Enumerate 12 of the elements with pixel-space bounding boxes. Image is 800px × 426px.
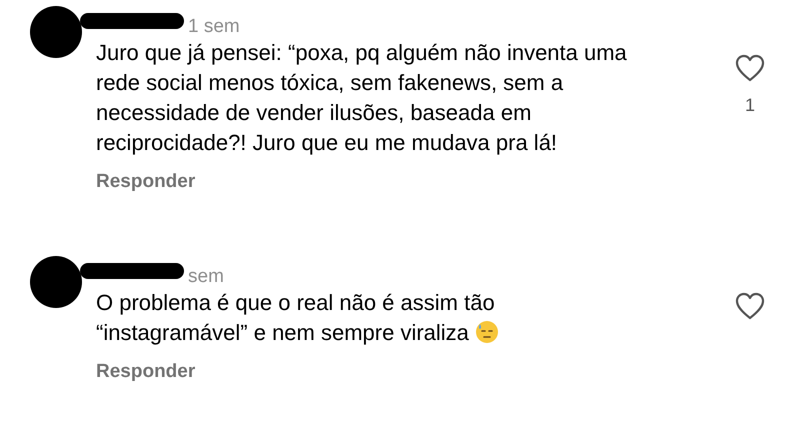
sweat-emoji-icon xyxy=(475,320,500,344)
heart-icon[interactable] xyxy=(735,54,765,82)
comment-text: Juro que já pensei: “poxa, pq alguém não inventa uma rede social menos tóxica, sem fakenews, sem a necessidade de vender ilusões, baseada em reciprocidade?! Juro que eu me mudava pra lá! xyxy=(96,39,628,157)
comment-text: O problema é que o real não é assim tão “instagramável” e nem sempre viraliza xyxy=(96,288,644,348)
comment-time: sem xyxy=(188,264,224,289)
reply-link[interactable]: Responder xyxy=(96,168,196,196)
avatar[interactable] xyxy=(30,6,82,58)
avatar[interactable] xyxy=(30,256,82,308)
like-count: 1 xyxy=(744,94,755,117)
heart-icon[interactable] xyxy=(735,292,765,320)
reply-link[interactable]: Responder xyxy=(96,358,196,386)
comment-time: 1 sem xyxy=(188,14,240,39)
